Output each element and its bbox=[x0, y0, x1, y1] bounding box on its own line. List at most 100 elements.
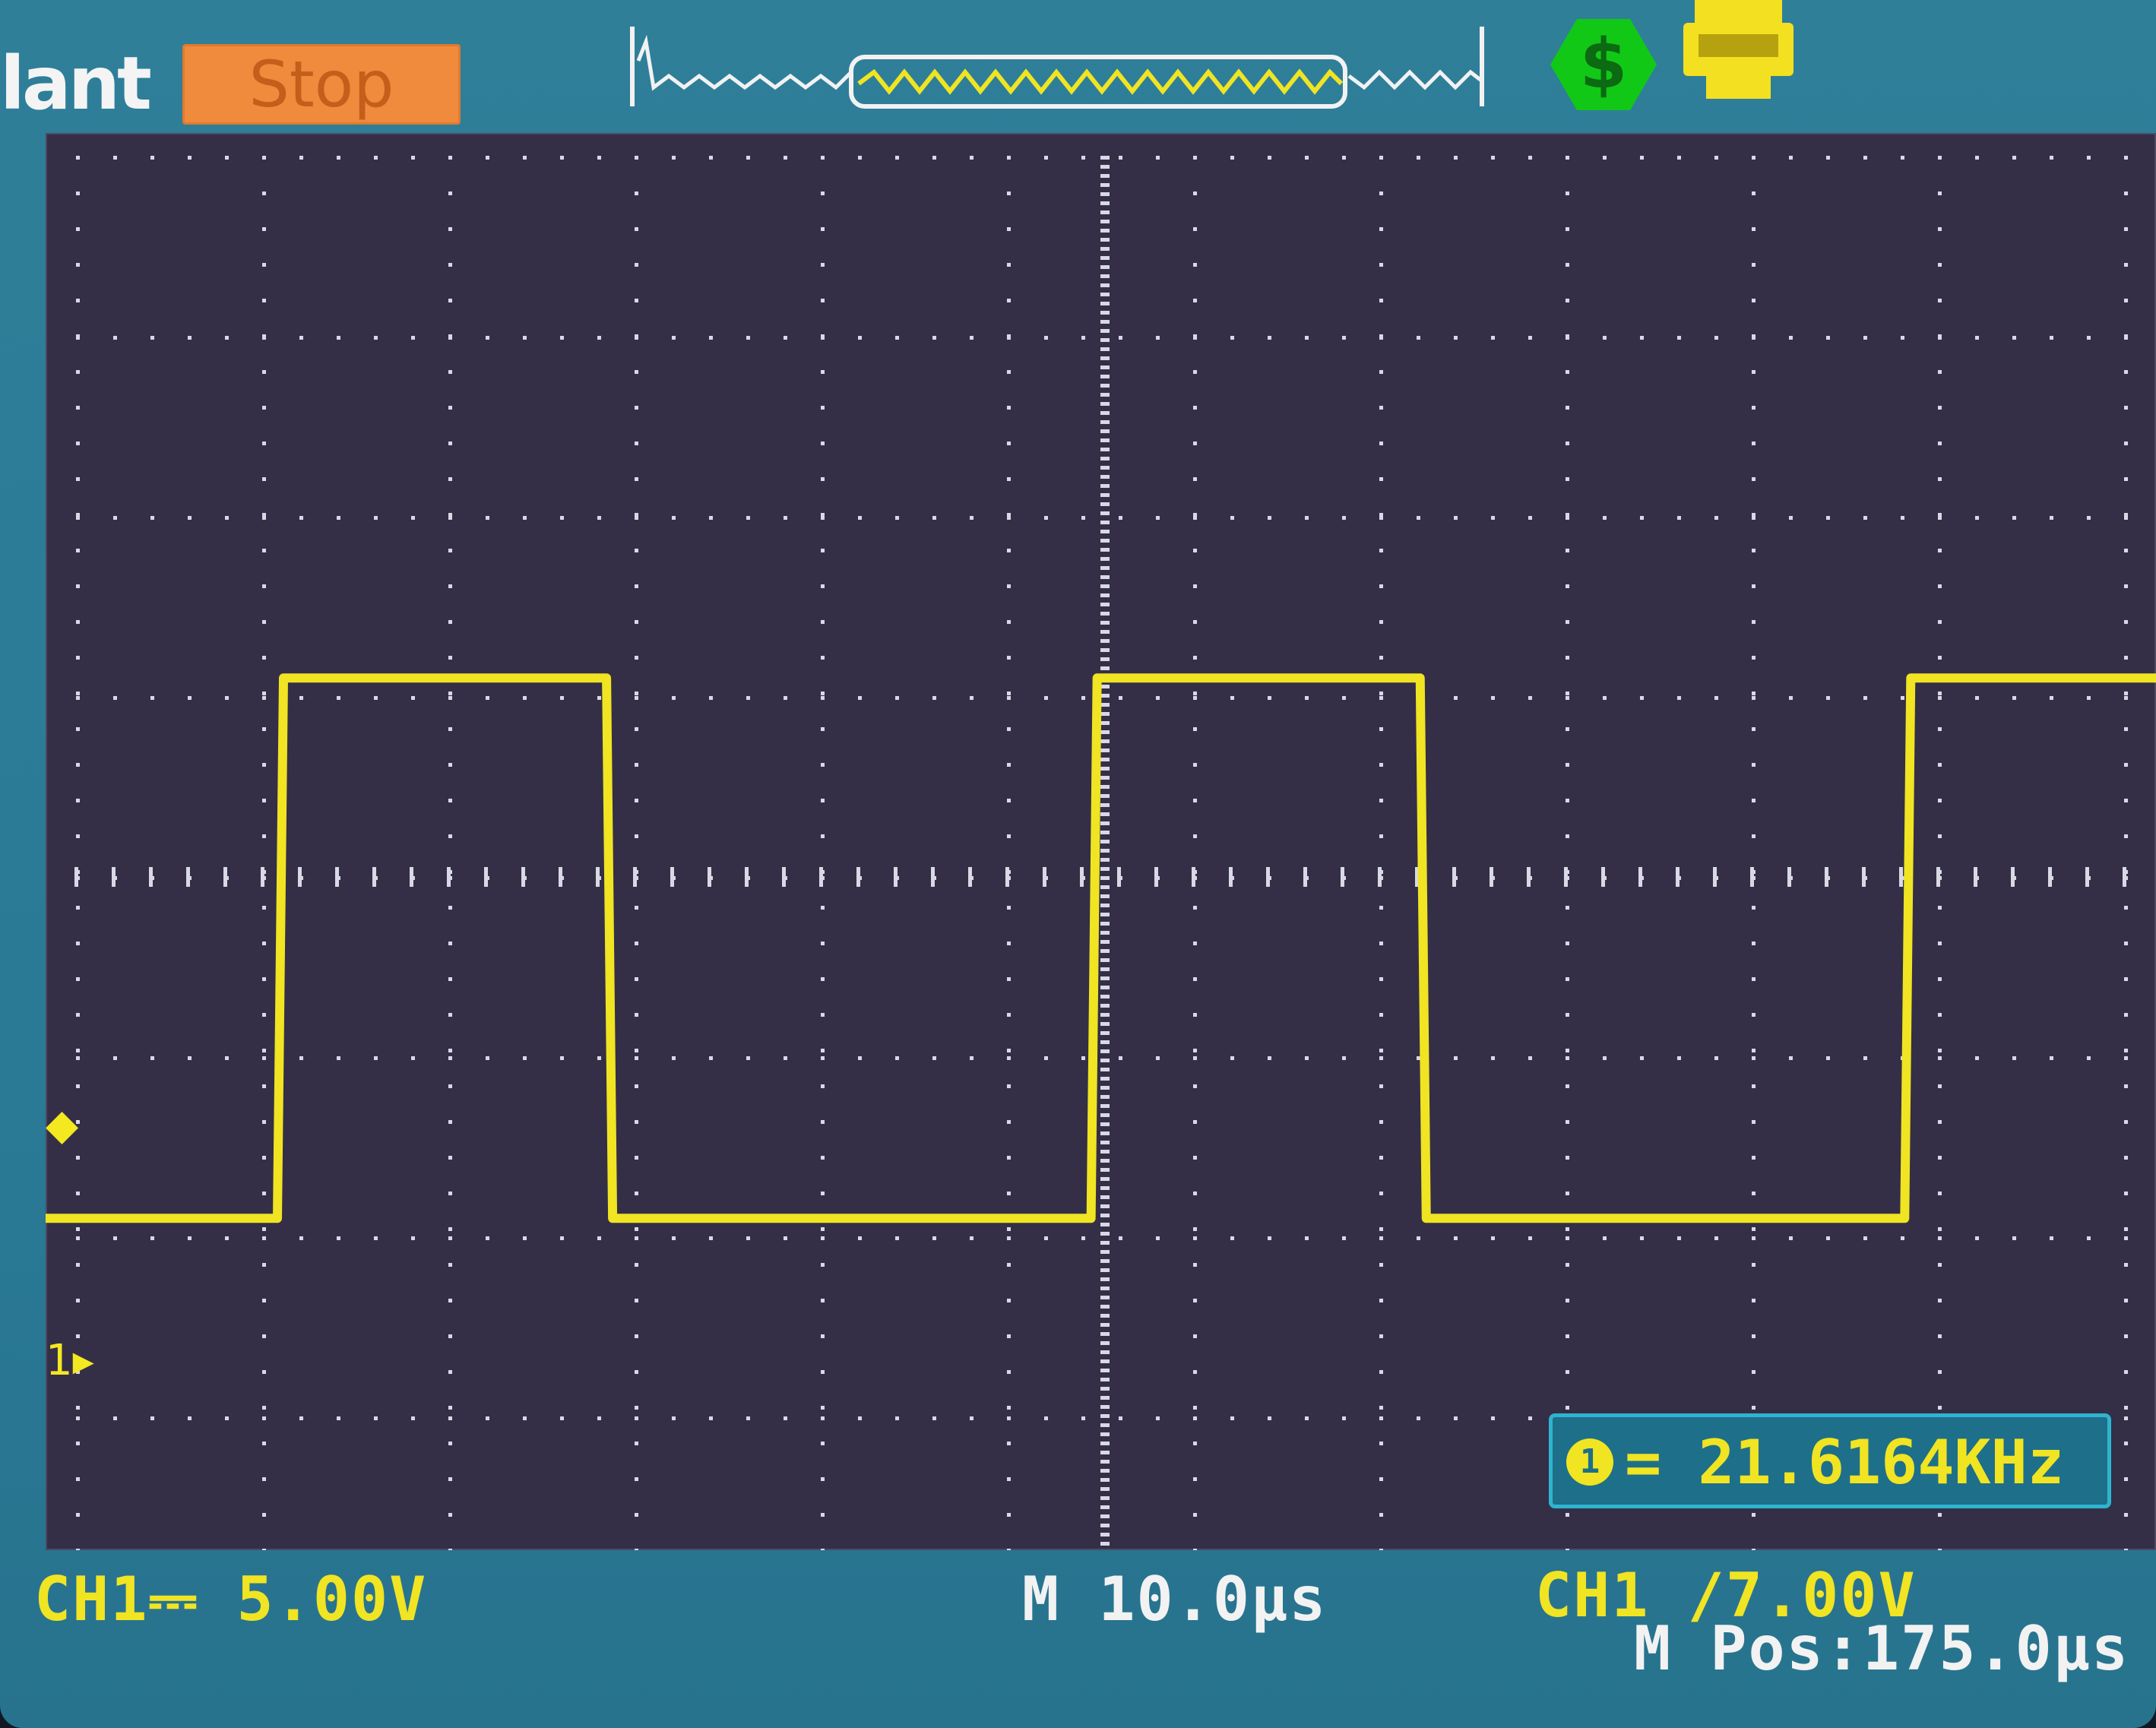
grid-dot bbox=[970, 1236, 974, 1240]
grid-dot bbox=[2124, 406, 2128, 410]
grid-dot bbox=[1100, 548, 1110, 552]
grid-dot bbox=[1566, 1334, 1569, 1338]
grid-dot bbox=[1100, 511, 1110, 515]
grid-dot bbox=[1100, 776, 1110, 780]
grid-dot bbox=[931, 867, 935, 887]
grid-dot bbox=[1528, 1056, 1532, 1060]
grid-dot bbox=[76, 370, 80, 374]
grid-dot bbox=[858, 516, 862, 520]
grid-dot bbox=[1750, 867, 1754, 887]
grid-dot bbox=[1100, 1542, 1110, 1546]
grid-dot bbox=[337, 696, 340, 700]
grid-dot bbox=[1192, 867, 1195, 887]
grid-dot bbox=[635, 696, 638, 700]
grid-dot bbox=[1100, 593, 1110, 597]
grid-dot bbox=[821, 1236, 825, 1240]
grid-dot bbox=[1100, 183, 1110, 187]
grid-dot bbox=[374, 1056, 378, 1060]
grid-dot bbox=[1752, 441, 1756, 445]
grid-dot bbox=[76, 1049, 80, 1052]
grid-dot bbox=[262, 584, 266, 588]
grid-dot bbox=[2124, 584, 2128, 588]
grid-dot bbox=[1826, 516, 1830, 520]
grid-dot bbox=[448, 906, 452, 910]
grid-dot bbox=[560, 1056, 564, 1060]
run-stop-status[interactable]: Stop bbox=[182, 44, 461, 125]
grid-dot bbox=[262, 1549, 266, 1550]
grid-dot bbox=[1007, 1084, 1011, 1088]
grid-dot bbox=[1789, 336, 1793, 340]
grid-dot bbox=[1342, 1056, 1346, 1060]
grid-dot bbox=[1566, 620, 1569, 624]
grid-dot bbox=[819, 867, 823, 887]
grid-dot bbox=[1752, 156, 1756, 160]
grid-dot bbox=[2124, 516, 2128, 520]
grid-dot bbox=[635, 370, 638, 374]
grid-dot bbox=[1193, 1156, 1197, 1160]
grid-dot bbox=[1193, 441, 1197, 445]
grid-dot bbox=[1566, 263, 1569, 267]
grid-dot bbox=[1603, 696, 1607, 700]
grid-dot bbox=[1379, 336, 1383, 340]
grid-dot bbox=[1100, 1423, 1110, 1427]
grid-dot bbox=[1752, 191, 1756, 195]
grid-dot bbox=[1305, 1416, 1309, 1420]
grid-dot bbox=[1100, 484, 1110, 488]
grid-dot bbox=[1044, 156, 1048, 160]
waveform-graticule: ◆ 1▸ bbox=[46, 133, 2156, 1550]
grid-dot bbox=[1007, 477, 1011, 481]
grid-dot bbox=[635, 763, 638, 767]
grid-dot bbox=[1379, 906, 1383, 910]
grid-dot bbox=[1100, 156, 1110, 160]
grid-dot bbox=[1566, 191, 1569, 195]
grid-dot bbox=[262, 477, 266, 481]
grid-dot bbox=[821, 227, 825, 231]
grid-dot bbox=[299, 336, 303, 340]
grid-dot bbox=[1119, 156, 1122, 160]
grid-dot bbox=[262, 191, 266, 195]
grid-dot bbox=[262, 1227, 266, 1231]
grid-dot bbox=[560, 156, 564, 160]
grid-dot bbox=[448, 692, 452, 695]
grid-dot bbox=[821, 906, 825, 910]
grid-dot bbox=[76, 441, 80, 445]
grid-dot bbox=[821, 692, 825, 695]
grid-dot bbox=[76, 727, 80, 731]
grid-dot bbox=[709, 1236, 713, 1240]
grid-dot bbox=[1975, 1056, 1979, 1060]
grid-dot bbox=[262, 1049, 266, 1052]
grid-dot bbox=[2123, 867, 2126, 887]
timebase-readout: M 10.0μs bbox=[1022, 1564, 1328, 1635]
grid-dot bbox=[1379, 620, 1383, 624]
graticule-grid bbox=[46, 156, 2156, 1550]
grid-dot bbox=[1100, 1195, 1110, 1199]
grid-dot bbox=[1490, 867, 1493, 887]
grid-dot bbox=[1156, 1236, 1160, 1240]
grid-dot bbox=[895, 1236, 899, 1240]
grid-dot bbox=[262, 906, 266, 910]
grid-dot bbox=[448, 406, 452, 410]
grid-dot bbox=[1379, 1049, 1383, 1052]
grid-dot bbox=[1100, 1396, 1110, 1400]
grid-dot bbox=[1100, 1104, 1110, 1108]
grid-dot bbox=[1193, 477, 1197, 481]
grid-dot bbox=[1100, 247, 1110, 251]
grid-dot bbox=[1975, 336, 1979, 340]
grid-dot bbox=[1100, 1359, 1110, 1363]
frequency-readout: = 21.6164KHz bbox=[1625, 1427, 2064, 1498]
grid-dot bbox=[1193, 1513, 1197, 1517]
grid-dot bbox=[1938, 1049, 1942, 1052]
grid-dot bbox=[746, 516, 750, 520]
grid-dot bbox=[1193, 1227, 1197, 1231]
grid-dot bbox=[2124, 799, 2128, 802]
grid-dot bbox=[1100, 1049, 1110, 1053]
grid-dot bbox=[895, 1416, 899, 1420]
grid-dot bbox=[1938, 1513, 1942, 1517]
grid-dot bbox=[1007, 584, 1011, 588]
grid-dot bbox=[76, 1263, 80, 1267]
grid-dot bbox=[448, 263, 452, 267]
grid-dot bbox=[76, 299, 80, 302]
grid-dot bbox=[262, 336, 266, 340]
grid-dot bbox=[1938, 1192, 1942, 1195]
grid-dot bbox=[1007, 1370, 1011, 1374]
